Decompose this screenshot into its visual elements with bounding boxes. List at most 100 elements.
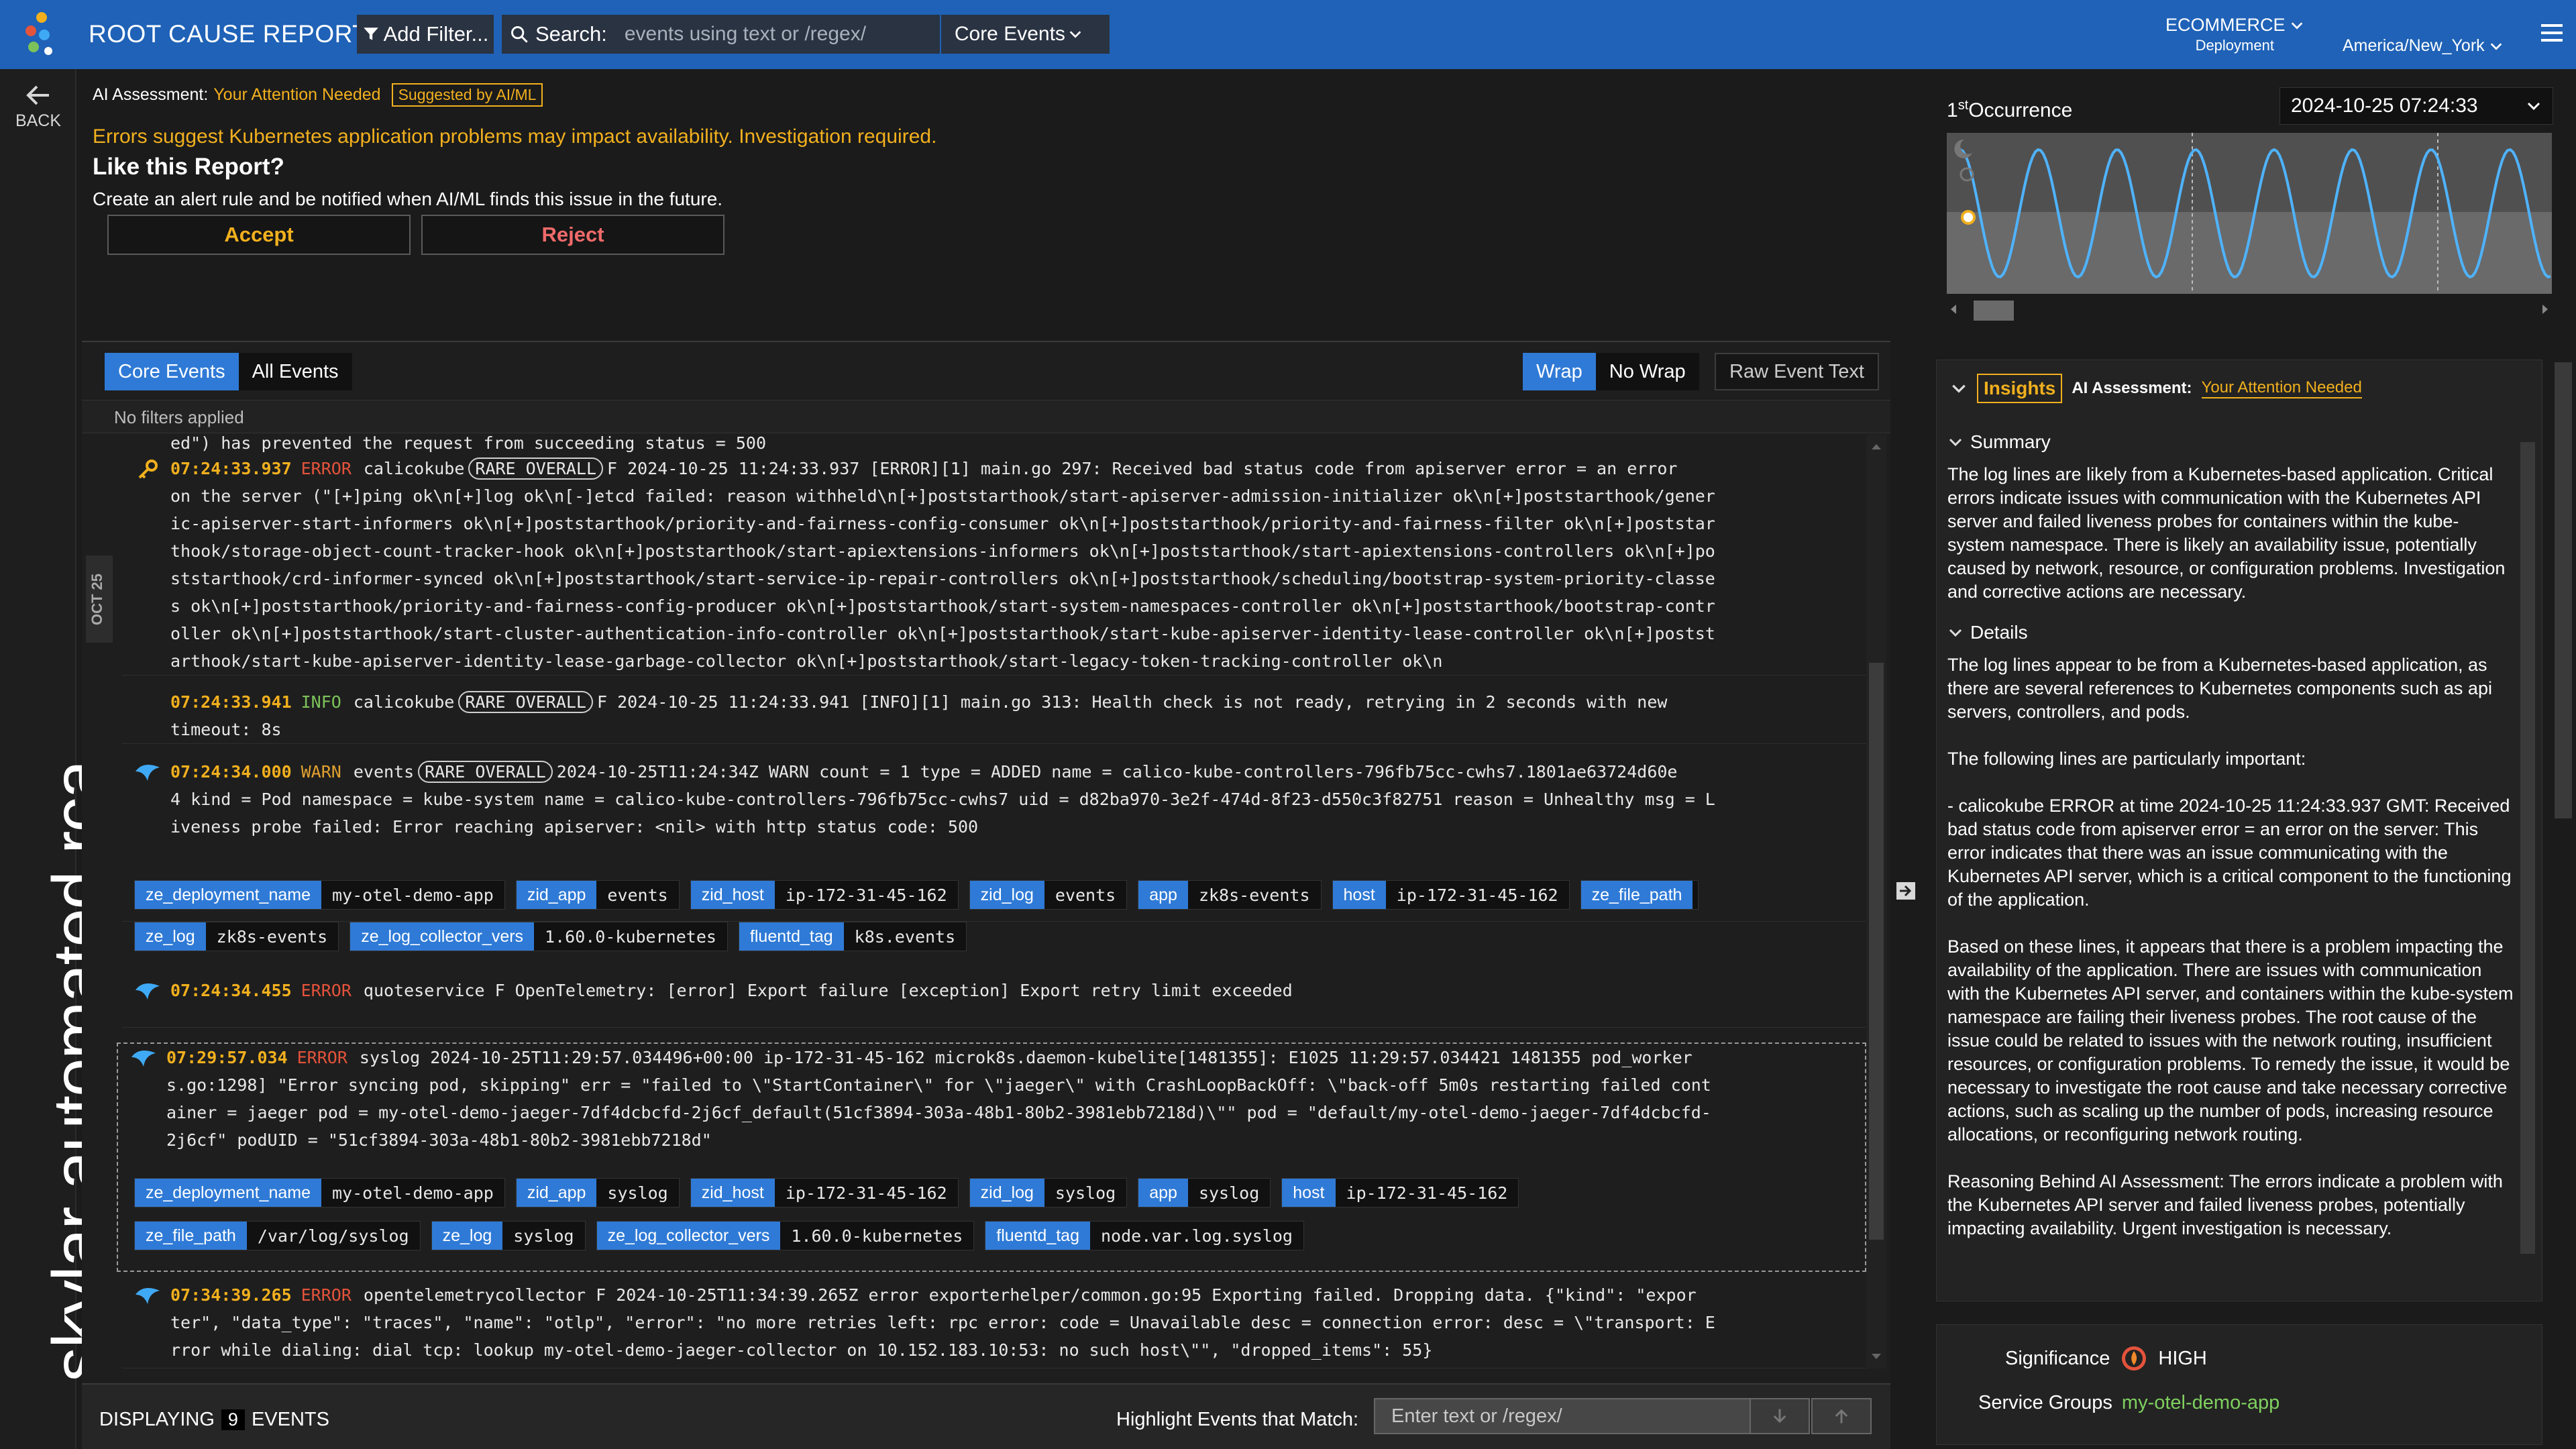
event-timestamp: 07:29:57.034 (166, 1048, 288, 1067)
tag-chip[interactable]: ze_log_collector_vers 1.60.0-kubernetes (350, 922, 728, 951)
raw-event-text-button[interactable]: Raw Event Text (1715, 353, 1879, 390)
event-timestamp: 07:24:33.941 (170, 692, 292, 712)
tag-chip[interactable]: fluentd_tag k8s.events (738, 922, 967, 951)
tag-chip[interactable]: ze_deployment_name my-otel-demo-app (134, 880, 505, 910)
search-divider (939, 15, 941, 54)
event-log-scroll-thumb[interactable] (1869, 663, 1884, 1240)
insights-body: Summary The log lines are likely from a … (1947, 430, 2515, 1282)
tag-chip[interactable]: ze_log zk8s-events (134, 922, 339, 951)
event-row[interactable]: 07:34:39.265 ERROR opentelemetrycollector … (122, 1281, 1866, 1368)
tag-chip[interactable]: ze_log syslog (431, 1221, 586, 1250)
reject-button[interactable]: Reject (421, 215, 724, 255)
tag-value: syslog (1187, 1179, 1271, 1207)
event-partial-text: ed") has prevented the request from succ… (170, 435, 767, 453)
tag-chip[interactable]: ze_log_collector_vers 1.60.0-kubernetes (596, 1221, 975, 1250)
tag-value: 1.60.0-kubernetes (534, 922, 727, 951)
environment-selector[interactable]: ECOMMERCE Deployment (2165, 15, 2304, 54)
tag-value: events (1044, 881, 1127, 909)
timeline-scrollbar[interactable] (1947, 298, 2552, 321)
tag-chip[interactable]: zid_host ip-172-31-45-162 (690, 1178, 959, 1208)
event-line: F 2024-10-25 11:24:33.937 [ERROR][1] mai… (607, 459, 1678, 478)
tag-chip[interactable]: app zk8s-events (1138, 880, 1322, 910)
highlight-prev-button[interactable] (1811, 1398, 1872, 1434)
tag-chip[interactable]: host ip-172-31-45-162 (1332, 880, 1570, 910)
service-group-link[interactable]: my-otel-demo-app (2122, 1392, 2279, 1413)
skylar-logo-icon[interactable] (21, 11, 59, 58)
tag-chip[interactable]: host ip-172-31-45-162 (1281, 1178, 1519, 1208)
tag-key: ze_deployment_name (135, 881, 321, 909)
search-input[interactable] (624, 23, 940, 46)
occurrence-timeline-chart[interactable] (1947, 133, 2552, 294)
details-section-toggle[interactable]: Details (1947, 621, 2515, 644)
tab-all-events[interactable]: All Events (238, 353, 352, 390)
event-timestamp: 07:24:33.937 (170, 459, 292, 478)
back-button[interactable]: BACK (12, 84, 64, 131)
event-log-scrollbar[interactable] (1866, 435, 1886, 1368)
event-row[interactable]: 07:24:33.941 INFO calicokube RARE OVERALL F … (122, 688, 1866, 744)
feedback-description: Create an alert rule and be notified whe… (93, 189, 723, 209)
occurrence-text: Occurrence (1968, 99, 2073, 121)
tag-key: zid_log (969, 881, 1044, 909)
event-line: 4 kind = Pod namespace = kube-system nam… (170, 790, 1715, 809)
wrap-button[interactable]: Wrap (1523, 353, 1596, 390)
bird-icon (136, 983, 160, 1000)
tab-insights[interactable]: Insights (1977, 374, 2063, 403)
details-title: Details (1970, 622, 2028, 643)
event-partial-line: ed") has prevented the request from succ… (122, 435, 1866, 453)
highlight-input[interactable] (1374, 1398, 1751, 1434)
timezone-label: America/New_York (2343, 36, 2485, 55)
tag-chip[interactable]: zid_app events (515, 880, 680, 910)
event-row[interactable]: 07:24:33.937 ERROR calicokube RARE OVERALL F… (122, 455, 1866, 676)
tag-chip[interactable]: zid_host ip-172-31-45-162 (690, 880, 959, 910)
tag-chip[interactable]: zid_log events (969, 880, 1128, 910)
event-line: thook/storage-object-count-tracker-hook … (170, 541, 1715, 561)
tab-core-events[interactable]: Core Events (105, 353, 239, 390)
tag-value: syslog (596, 1179, 679, 1207)
chevron-down-icon (1949, 629, 1962, 637)
event-source: quoteservice (363, 981, 485, 1000)
search-scope-dropdown[interactable]: Core Events (955, 23, 1083, 46)
tag-chip[interactable]: app syslog (1138, 1178, 1271, 1208)
hamburger-menu-icon[interactable] (2540, 21, 2564, 44)
tag-value: 1.60.0-kubernetes (780, 1222, 974, 1250)
tag-key: fluentd_tag (739, 922, 844, 951)
chevron-down-icon[interactable] (1950, 380, 1968, 397)
insights-scrollbar[interactable] (2518, 422, 2538, 1294)
assessment-header: AI Assessment: Your Attention Needed Sug… (93, 83, 1837, 255)
tag-chip[interactable]: fluentd_tag node.var.log.syslog (985, 1221, 1304, 1250)
tag-chip[interactable]: zid_log syslog (969, 1178, 1128, 1208)
event-row[interactable]: 07:24:34.455 ERROR quoteservice F OpenTele… (122, 977, 1866, 1028)
search-icon (511, 26, 528, 43)
rare-badge: RARE OVERALL (468, 458, 604, 480)
key-icon (138, 460, 158, 479)
tag-key: zid_app (516, 1179, 597, 1207)
back-label: BACK (15, 111, 62, 130)
tag-chip[interactable]: ze_file_path (1580, 880, 1699, 910)
collapse-panel-icon[interactable] (1896, 881, 1916, 900)
summary-section-toggle[interactable]: Summary (1947, 430, 2515, 453)
highlight-label: Highlight Events that Match: (1116, 1409, 1359, 1430)
chevron-down-icon (2527, 102, 2540, 111)
tag-chip[interactable]: ze_file_path/var/log/syslog (134, 1221, 421, 1250)
accept-button[interactable]: Accept (107, 215, 411, 255)
tag-key: host (1332, 881, 1386, 909)
filters-status: No filters applied (114, 407, 244, 427)
tag-chip[interactable]: zid_app syslog (515, 1178, 680, 1208)
tag-value: ip-172-31-45-162 (1335, 1179, 1519, 1207)
page-scrollbar[interactable] (2555, 362, 2572, 818)
timezone-selector[interactable]: America/New_York (2343, 36, 2504, 56)
event-line: iveness probe failed: Error reaching api… (170, 817, 979, 837)
tag-value: ip-172-31-45-162 (774, 1179, 958, 1207)
tag-chip[interactable]: ze_deployment_name my-otel-demo-app (134, 1178, 505, 1208)
event-source: calicokube (353, 692, 455, 712)
tag-key: ze_deployment_name (135, 1179, 321, 1207)
occurrence-marker[interactable] (1961, 210, 1976, 225)
insights-scroll-thumb[interactable] (2520, 442, 2535, 1254)
add-filter-button[interactable]: Add Filter... (357, 15, 494, 54)
tag-key: zid_app (516, 881, 597, 909)
displaying-suffix: EVENTS (251, 1409, 329, 1430)
no-wrap-button[interactable]: No Wrap (1595, 353, 1699, 390)
occurrence-datetime-dropdown[interactable]: 2024-10-25 07:24:33 (2279, 87, 2553, 125)
event-line: F 2024-10-25 11:24:33.941 [INFO][1] main… (596, 692, 1668, 712)
highlight-next-button[interactable] (1750, 1398, 1810, 1434)
